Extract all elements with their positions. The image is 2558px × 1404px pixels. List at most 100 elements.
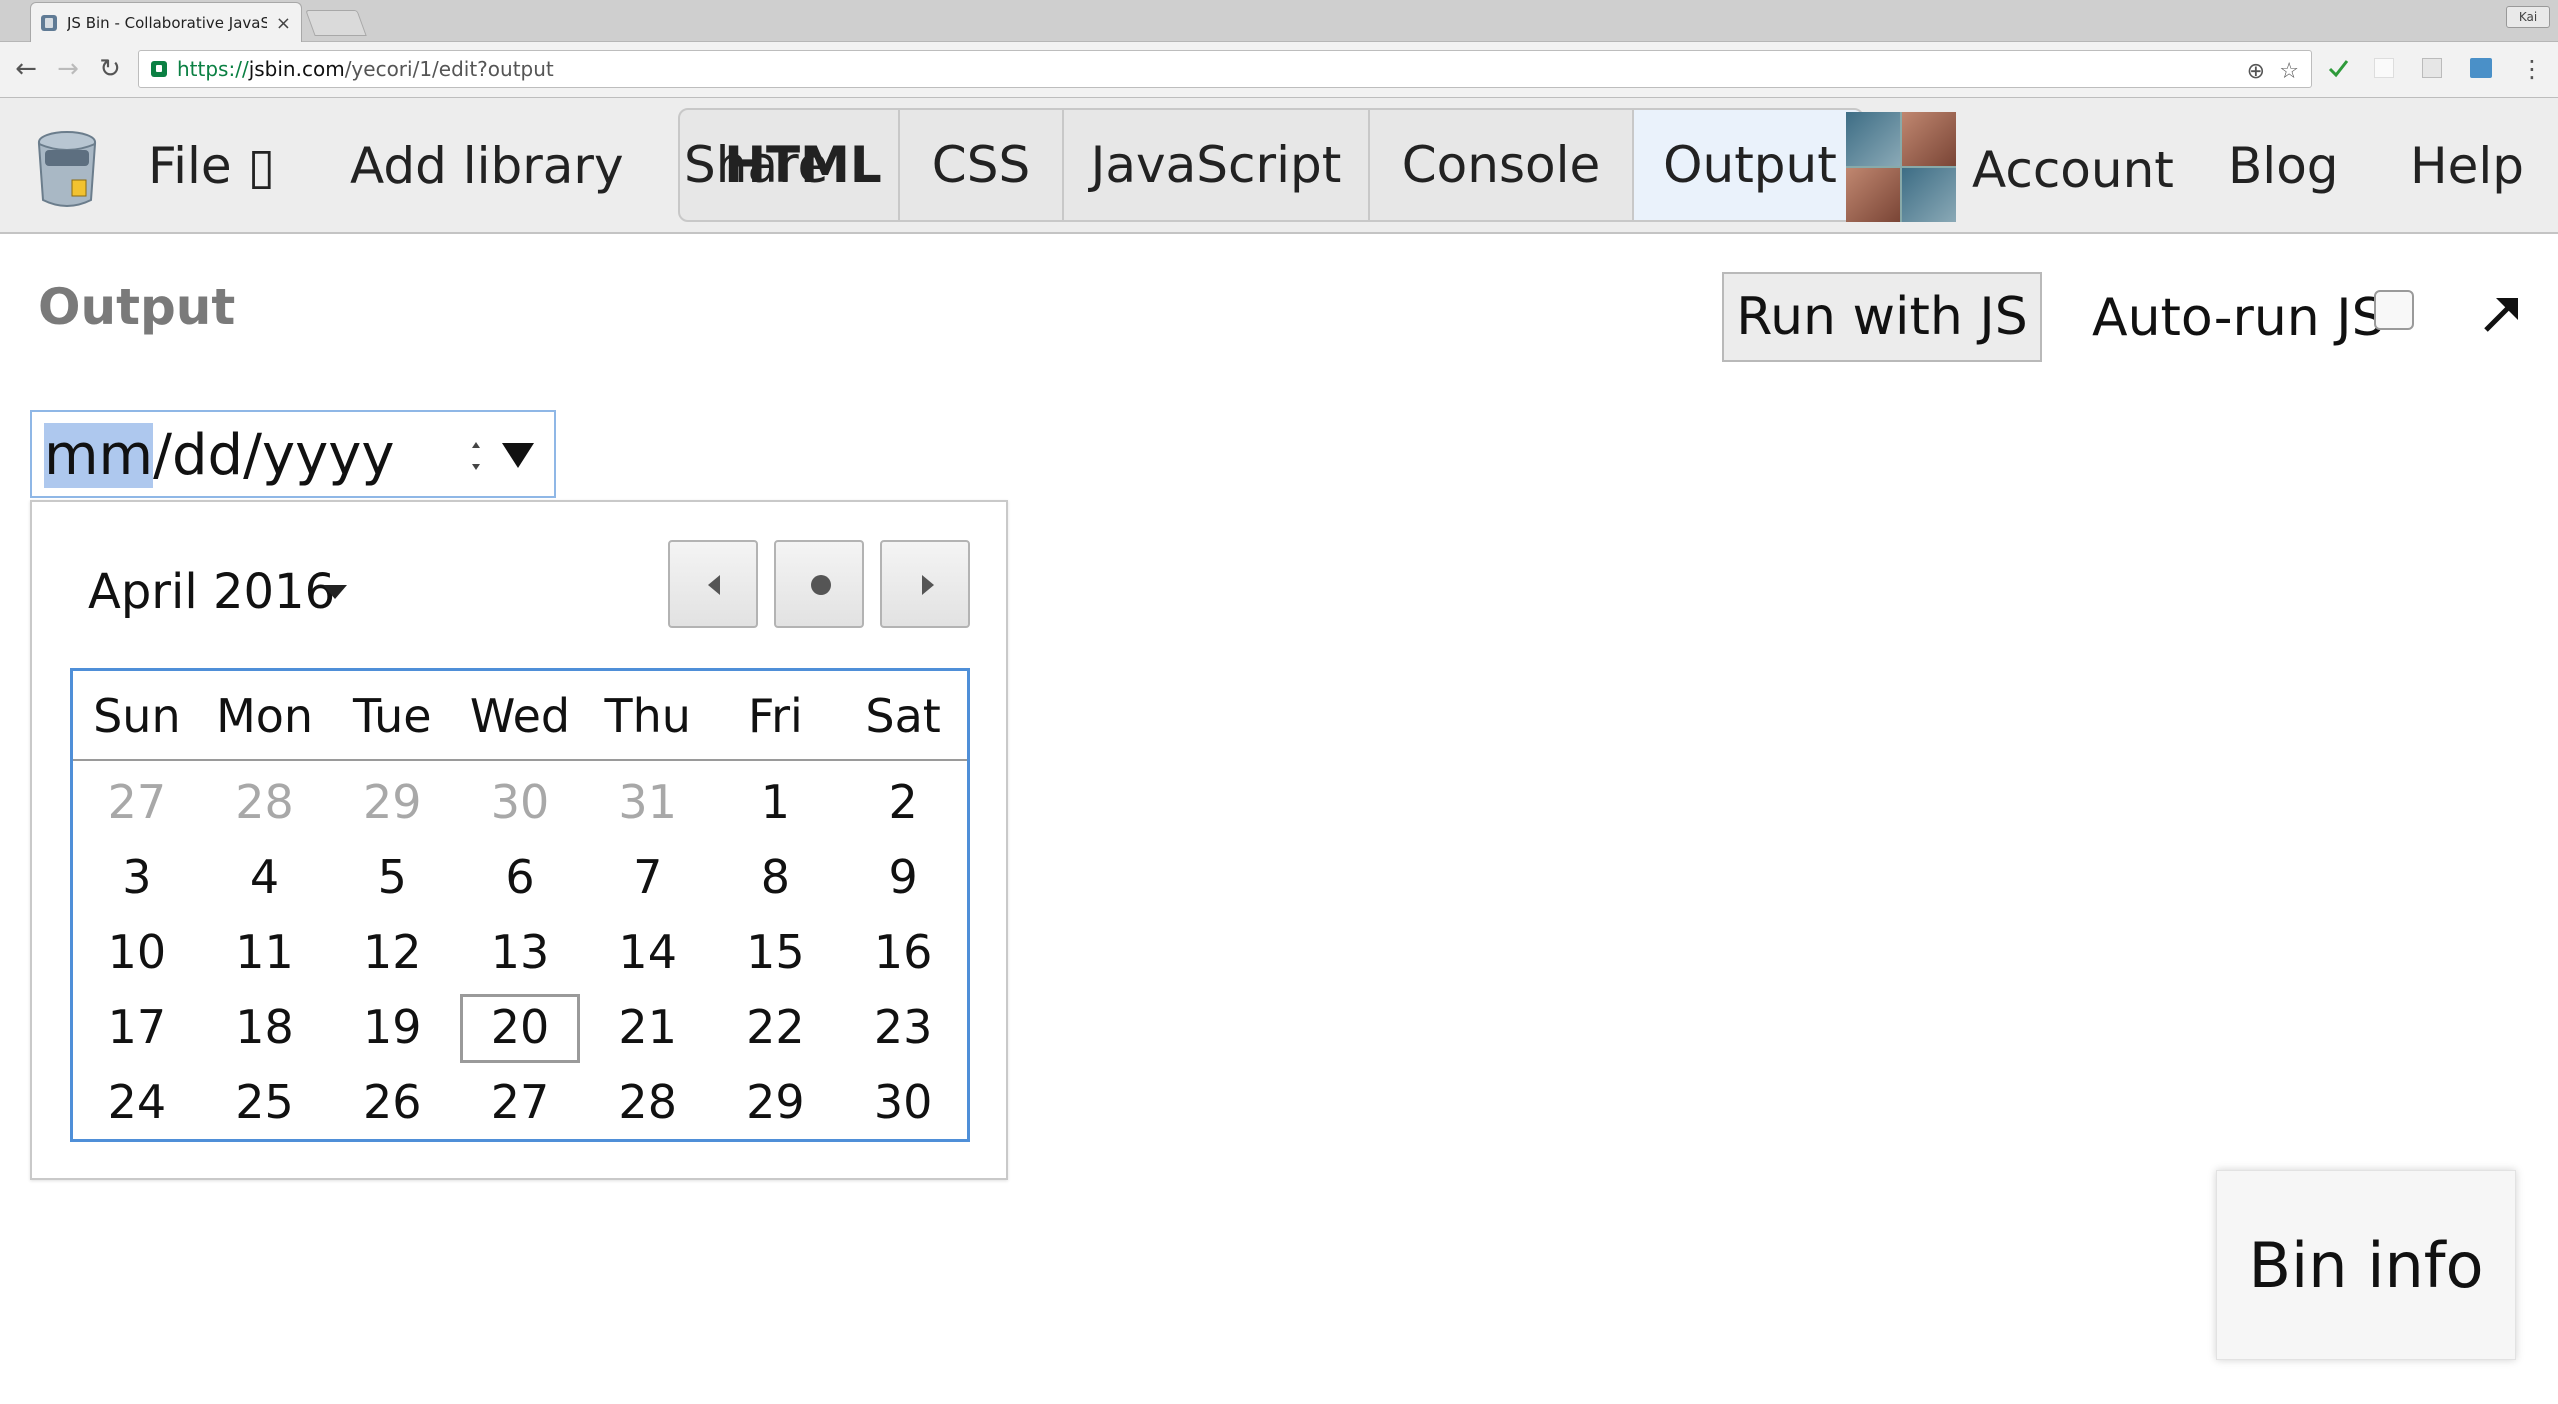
extension-cast-icon[interactable]: [2470, 58, 2492, 78]
extension-blank-icon[interactable]: [2374, 58, 2394, 78]
panel-toggle-group: Share HTML CSS JavaScript Console Output: [678, 108, 1864, 222]
date-month-segment[interactable]: mm: [44, 423, 154, 488]
calendar-day[interactable]: 15: [712, 915, 840, 990]
new-tab-button[interactable]: [305, 10, 367, 36]
tab-title: JS Bin - Collaborative JavaScr: [67, 14, 267, 32]
profile-button[interactable]: Kai: [2506, 6, 2550, 28]
date-input-value: mm/dd/yyyy: [44, 423, 395, 488]
calendar-day[interactable]: 28: [201, 765, 329, 840]
calendar-day[interactable]: 1: [712, 765, 840, 840]
url-text: https://jsbin.com/yecori/1/edit?output: [177, 57, 554, 81]
date-dropdown-arrow-icon[interactable]: [500, 440, 536, 470]
calendar-day[interactable]: 23: [839, 990, 967, 1065]
date-spinner-icon[interactable]: [464, 428, 488, 484]
calendar-grid: Sun Mon Tue Wed Thu Fri Sat 27 28 29 30 31 1 2 3 4 5 6 7 8…: [70, 668, 970, 1142]
extension-grid-icon[interactable]: [2422, 58, 2442, 78]
weekday-label: Sat: [865, 689, 941, 743]
address-bar[interactable]: https://jsbin.com/yecori/1/edit?output ⊕…: [138, 50, 2312, 88]
weekday-label: Sun: [93, 689, 181, 743]
jsbin-favicon-icon: [41, 15, 57, 31]
run-with-js-button[interactable]: Run with JS: [1722, 272, 2042, 362]
close-tab-icon[interactable]: ×: [276, 13, 291, 34]
calendar-day-today[interactable]: 20: [456, 990, 584, 1065]
chevron-left-icon: [708, 575, 720, 595]
weekday-header-row: Sun Mon Tue Wed Thu Fri Sat: [73, 671, 967, 761]
weekday-label: Thu: [604, 689, 691, 743]
bookmark-star-icon[interactable]: ☆: [2279, 59, 2299, 84]
calendar-day[interactable]: 26: [328, 1065, 456, 1140]
weekday-label: Fri: [748, 689, 803, 743]
calendar-day[interactable]: 5: [328, 840, 456, 915]
date-input[interactable]: mm/dd/yyyy: [30, 410, 556, 498]
calendar-day[interactable]: 27: [456, 1065, 584, 1140]
calendar-day[interactable]: 3: [73, 840, 201, 915]
extension-check-icon[interactable]: [2326, 56, 2350, 80]
calendar-day[interactable]: 22: [712, 990, 840, 1065]
account-menu[interactable]: Account: [1972, 140, 2174, 200]
calendar-days: 27 28 29 30 31 1 2 3 4 5 6 7 8 9 10 11 12 13 14 15 16 17 18 19 2…: [73, 761, 967, 1140]
weekday-label: Tue: [352, 689, 432, 743]
tab-console[interactable]: Console: [1370, 110, 1634, 220]
calendar-day[interactable]: 12: [328, 915, 456, 990]
popout-arrow-icon[interactable]: [2478, 290, 2524, 336]
back-icon[interactable]: ←: [12, 54, 40, 84]
bin-info-button[interactable]: Bin info: [2216, 1170, 2516, 1360]
calendar-day[interactable]: 10: [73, 915, 201, 990]
weekday-label: Wed: [469, 689, 571, 743]
reload-icon[interactable]: ↻: [96, 54, 124, 84]
calendar-day[interactable]: 16: [839, 915, 967, 990]
calendar-day[interactable]: 14: [584, 915, 712, 990]
calendar-day[interactable]: 28: [584, 1065, 712, 1140]
jsbin-toolbar: File ▯ Add library Share HTML CSS JavaSc…: [0, 98, 2558, 234]
calendar-day[interactable]: 29: [712, 1065, 840, 1140]
calendar-day[interactable]: 6: [456, 840, 584, 915]
calendar-day[interactable]: 17: [73, 990, 201, 1065]
user-avatar[interactable]: [1846, 112, 1956, 222]
browser-tab[interactable]: JS Bin - Collaborative JavaScr ×: [30, 2, 302, 43]
jsbin-logo-icon[interactable]: [34, 128, 100, 210]
tab-output[interactable]: Output: [1634, 110, 1862, 220]
calendar-day[interactable]: 11: [201, 915, 329, 990]
file-menu[interactable]: File ▯: [148, 136, 275, 196]
calendar-day[interactable]: 2: [839, 765, 967, 840]
zoom-icon[interactable]: ⊕: [2247, 59, 2265, 84]
next-month-button[interactable]: [880, 540, 970, 628]
month-year-selector[interactable]: April 2016: [88, 564, 335, 620]
help-link[interactable]: Help: [2410, 136, 2524, 196]
calendar-day[interactable]: 9: [839, 840, 967, 915]
calendar-day[interactable]: 31: [584, 765, 712, 840]
browser-toolbar: ← → ↻ https://jsbin.com/yecori/1/edit?ou…: [0, 42, 2558, 98]
chevron-right-icon: [922, 575, 934, 595]
today-button[interactable]: [774, 540, 864, 628]
blog-link[interactable]: Blog: [2228, 136, 2339, 196]
add-library-menu[interactable]: Add library: [350, 136, 624, 196]
calendar-day[interactable]: 30: [456, 765, 584, 840]
calendar-day[interactable]: 30: [839, 1065, 967, 1140]
month-dropdown-caret-icon[interactable]: [322, 584, 348, 600]
tab-javascript[interactable]: JavaScript: [1064, 110, 1370, 220]
calendar-day[interactable]: 13: [456, 915, 584, 990]
calendar-day[interactable]: 8: [712, 840, 840, 915]
calendar-day[interactable]: 21: [584, 990, 712, 1065]
calendar-day[interactable]: 24: [73, 1065, 201, 1140]
weekday-label: Mon: [216, 689, 314, 743]
tab-html[interactable]: Share HTML: [680, 110, 900, 220]
forward-icon[interactable]: →: [54, 54, 82, 84]
tab-css[interactable]: CSS: [900, 110, 1064, 220]
browser-menu-icon[interactable]: ⋮: [2518, 54, 2546, 84]
calendar-day[interactable]: 4: [201, 840, 329, 915]
previous-month-button[interactable]: [668, 540, 758, 628]
lock-icon: [151, 61, 167, 77]
calendar-day[interactable]: 7: [584, 840, 712, 915]
calendar-day[interactable]: 25: [201, 1065, 329, 1140]
calendar-day[interactable]: 27: [73, 765, 201, 840]
calendar-day[interactable]: 18: [201, 990, 329, 1065]
calendar-day[interactable]: 19: [328, 990, 456, 1065]
dot-icon: [811, 575, 831, 595]
calendar-day[interactable]: 29: [328, 765, 456, 840]
browser-tabstrip: JS Bin - Collaborative JavaScr × Kai: [0, 0, 2558, 43]
file-menu-glyph-icon: ▯: [247, 137, 276, 195]
autorun-label: Auto-run JS: [2092, 288, 2385, 348]
output-panel-title: Output: [38, 278, 236, 336]
autorun-checkbox[interactable]: [2374, 290, 2414, 330]
